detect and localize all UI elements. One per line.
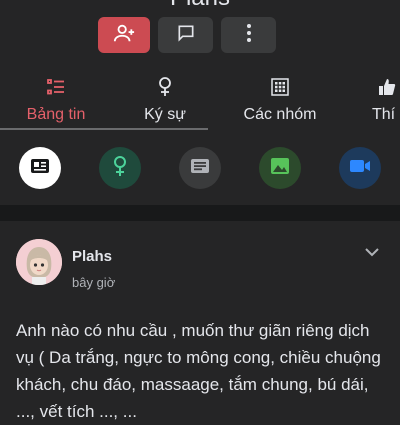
image-icon: [270, 157, 290, 180]
post-author[interactable]: Plahs: [72, 248, 112, 265]
list-icon: [47, 76, 65, 98]
tab-diary[interactable]: Ký sự: [135, 76, 195, 132]
more-vertical-icon: [246, 23, 252, 48]
news-icon: [30, 157, 50, 180]
tab-label: Các nhóm: [243, 106, 317, 123]
add-friend-button[interactable]: [98, 17, 150, 53]
chevron-down-icon[interactable]: [364, 244, 380, 265]
diary-button[interactable]: [99, 147, 141, 189]
tab-news-feed[interactable]: Bảng tin: [16, 76, 96, 132]
section-divider: [0, 205, 400, 221]
grid-icon: [271, 76, 289, 98]
avatar[interactable]: [16, 239, 62, 285]
tab-label: Ký sự: [144, 106, 186, 123]
female-icon: [157, 76, 173, 98]
news-button[interactable]: [19, 147, 61, 189]
tab-groups[interactable]: Các nhóm: [236, 76, 324, 132]
profile-name-heading: Plahs: [0, 0, 400, 10]
message-button[interactable]: [158, 17, 213, 53]
message-icon: [176, 23, 196, 48]
more-button[interactable]: [221, 17, 276, 53]
female-icon: [112, 155, 128, 182]
tab-divider: [0, 128, 208, 130]
video-button[interactable]: [339, 147, 381, 189]
tab-label: Thí: [372, 106, 396, 123]
video-icon: [349, 158, 371, 179]
note-button[interactable]: [179, 147, 221, 189]
tab-partial[interactable]: Thí: [372, 76, 400, 132]
tab-label: Bảng tin: [26, 106, 86, 123]
post-text: Anh nào có nhu cầu , muốn thư giãn riêng…: [16, 321, 381, 421]
thumbs-up-icon: [378, 76, 396, 98]
note-icon: [190, 158, 210, 179]
post-time: bây giờ: [72, 275, 116, 290]
photo-button[interactable]: [259, 147, 301, 189]
person-add-icon: [113, 22, 135, 49]
